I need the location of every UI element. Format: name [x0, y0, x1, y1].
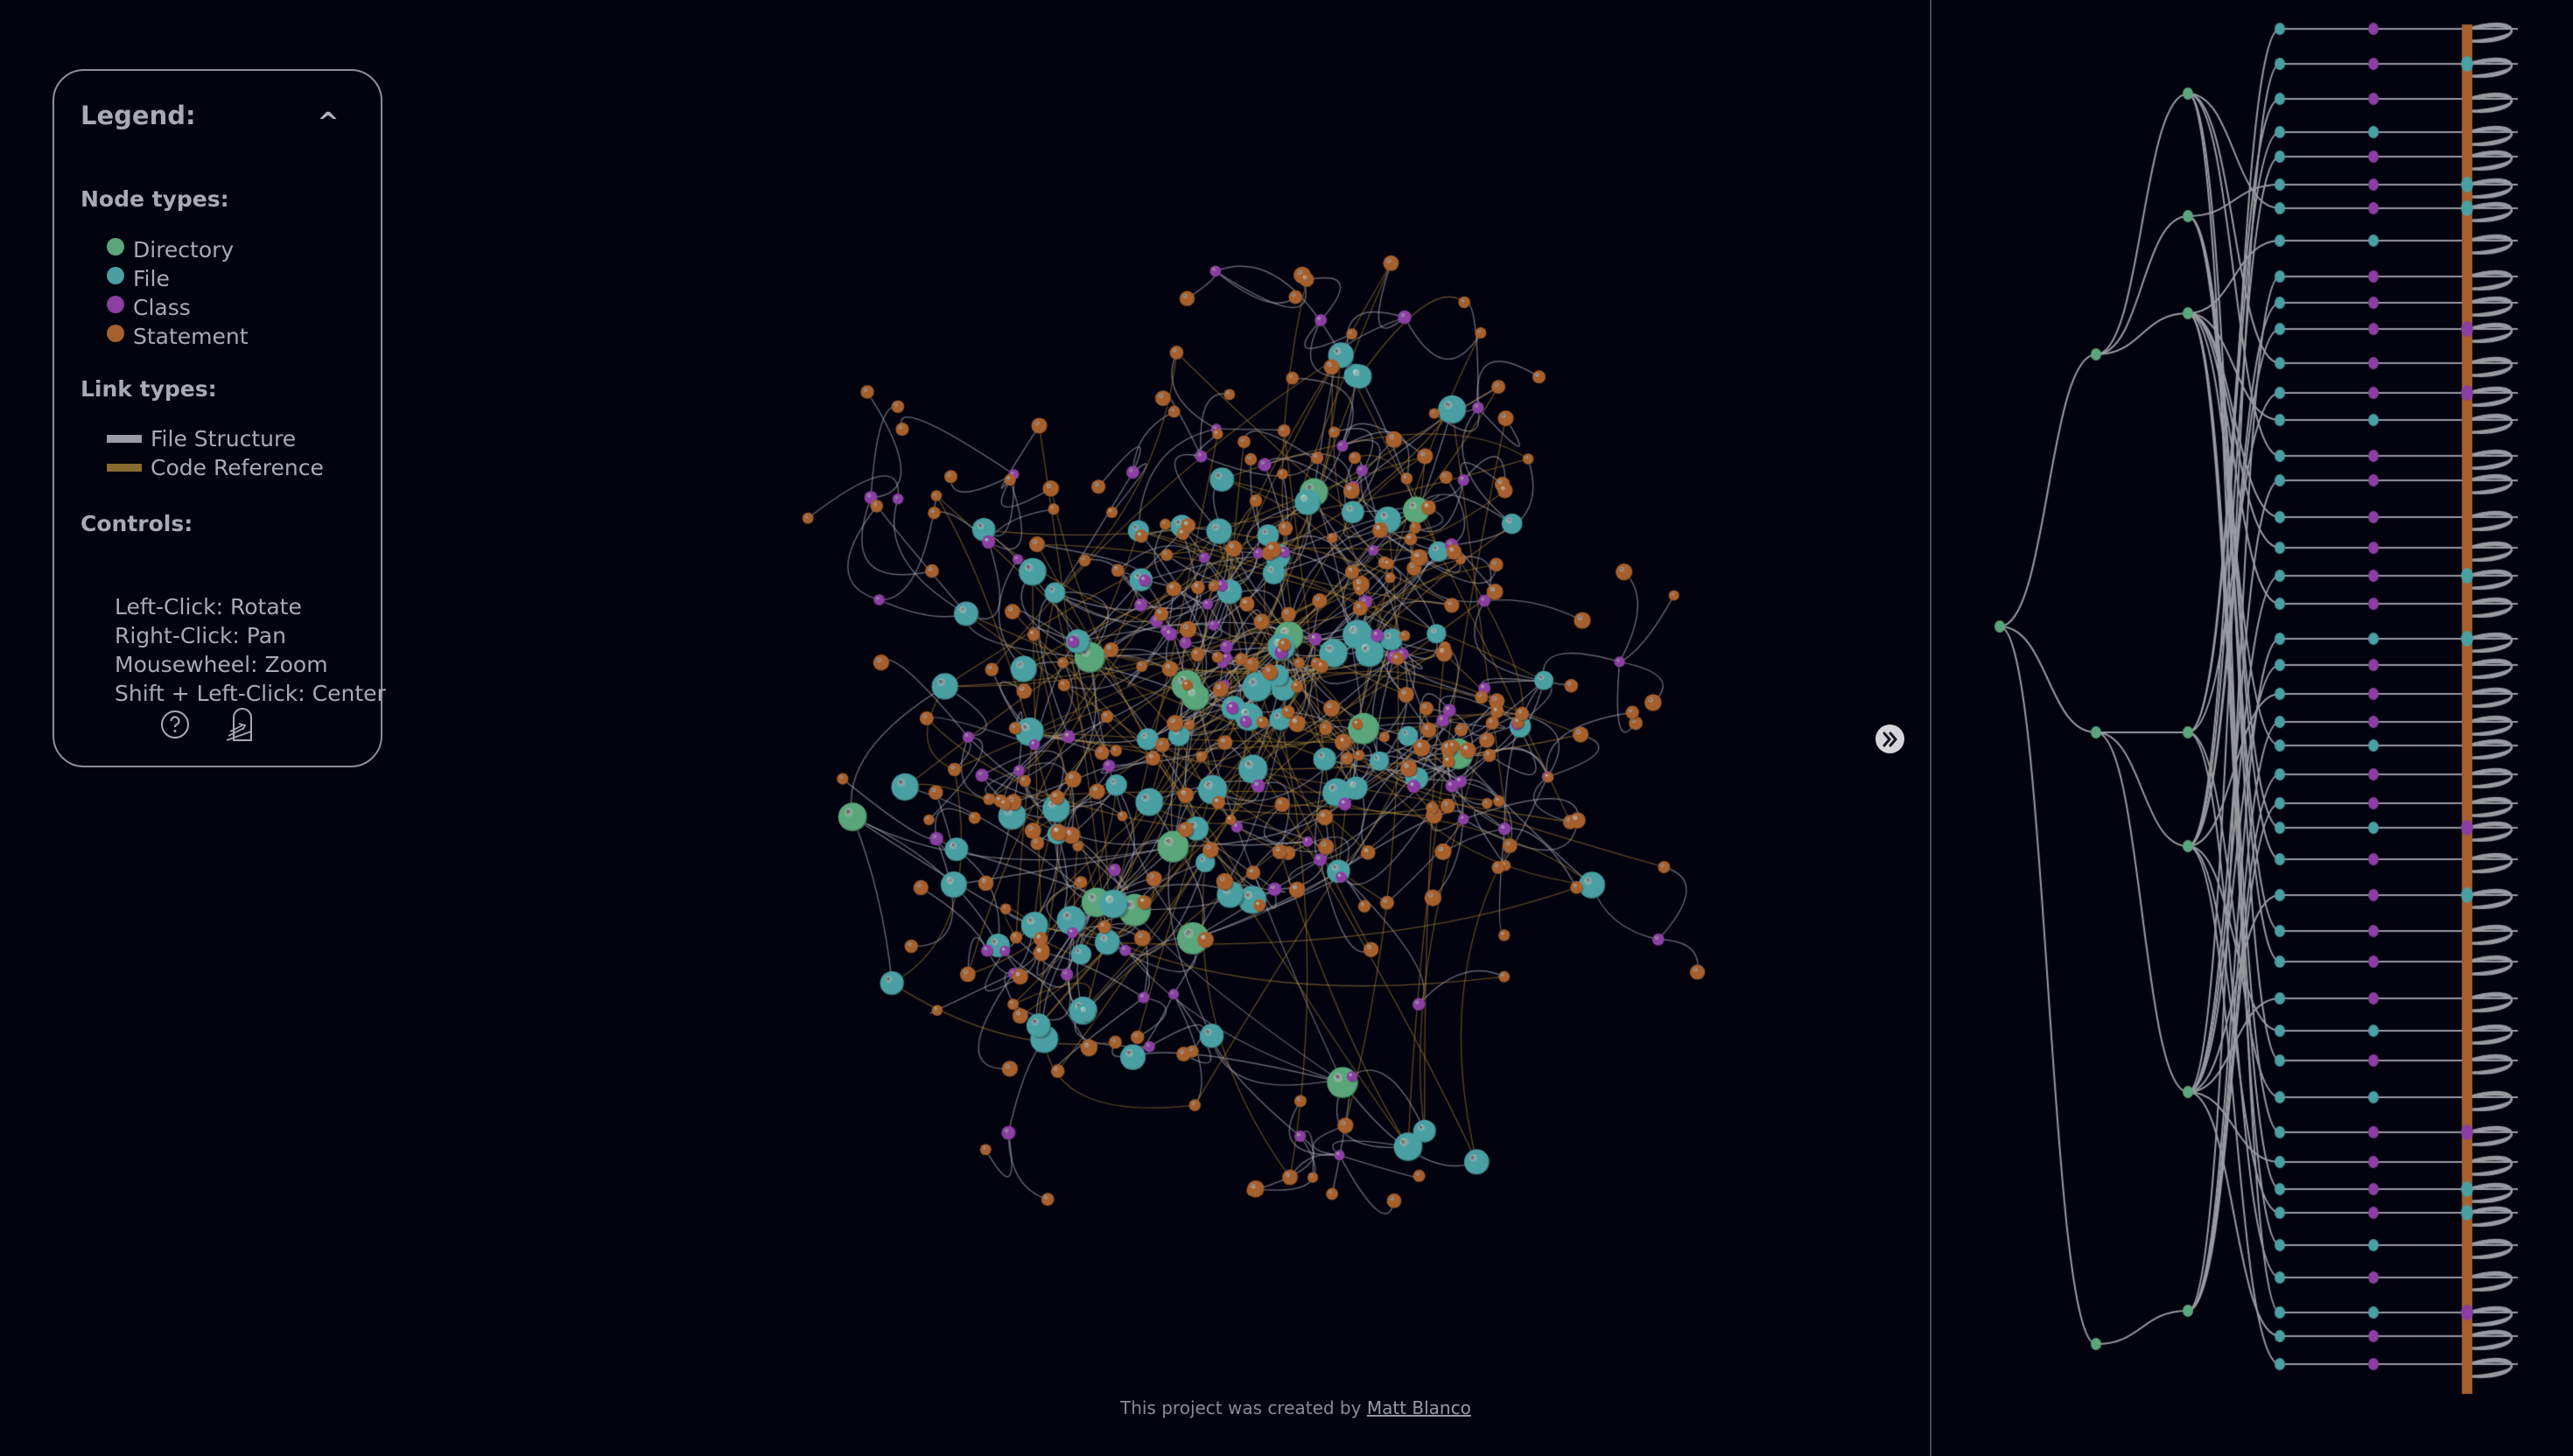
legend-actions	[159, 707, 256, 742]
link-types-list: File Structure Code Reference	[107, 424, 324, 482]
code-reference-line-icon	[107, 464, 142, 472]
node-types-heading: Node types:	[81, 186, 229, 212]
help-button[interactable]	[159, 707, 191, 742]
author-link[interactable]: Matt Blanco	[1367, 1397, 1471, 1418]
legend-label: Code Reference	[151, 455, 324, 480]
control-rotate: Left-Click: Rotate	[115, 594, 302, 620]
control-center: Shift + Left-Click: Center	[115, 681, 386, 706]
controls-list: Left-Click: Rotate Right-Click: Pan Mous…	[115, 592, 386, 708]
controls-heading: Controls:	[81, 511, 193, 536]
legend-item-directory: Directory	[107, 235, 249, 264]
file-structure-line-icon	[107, 435, 142, 443]
legend-label: File Structure	[151, 426, 297, 452]
legend-item-file-structure: File Structure	[107, 424, 324, 453]
exit-door-icon	[226, 708, 252, 741]
legend-label: Directory	[133, 237, 235, 262]
link-types-heading: Link types:	[81, 376, 217, 402]
double-chevron-right-icon	[1882, 732, 1897, 746]
legend-item-file: File	[107, 264, 249, 293]
legend-title: Legend:	[81, 101, 196, 130]
chevron-up-icon: ^	[317, 108, 340, 138]
legend-item-statement: Statement	[107, 322, 249, 351]
file-dot-icon	[107, 266, 124, 284]
legend-panel: Legend: ^ Node types: Directory File Cla…	[53, 69, 386, 767]
node-types-list: Directory File Class Statement	[107, 235, 249, 351]
legend-label: File	[133, 266, 170, 291]
control-pan: Right-Click: Pan	[115, 623, 286, 648]
footer-credit: This project was created by Matt Blanco	[1120, 1397, 1471, 1418]
toggle-tree-panel-button[interactable]	[1875, 724, 1904, 753]
control-zoom: Mousewheel: Zoom	[115, 652, 328, 677]
tree-view-panel[interactable]	[1932, 0, 2573, 1456]
class-dot-icon	[107, 295, 124, 313]
statement-dot-icon	[107, 324, 124, 342]
help-circle-icon	[161, 710, 189, 738]
legend-label: Statement	[133, 324, 249, 349]
footer-text: This project was created by	[1120, 1397, 1367, 1418]
legend-item-class: Class	[107, 293, 249, 322]
exit-button[interactable]	[224, 707, 256, 742]
legend-item-code-reference: Code Reference	[107, 453, 324, 482]
legend-collapse-button[interactable]: ^	[315, 106, 341, 138]
legend-label: Class	[133, 295, 191, 320]
directory-dot-icon	[107, 237, 124, 256]
